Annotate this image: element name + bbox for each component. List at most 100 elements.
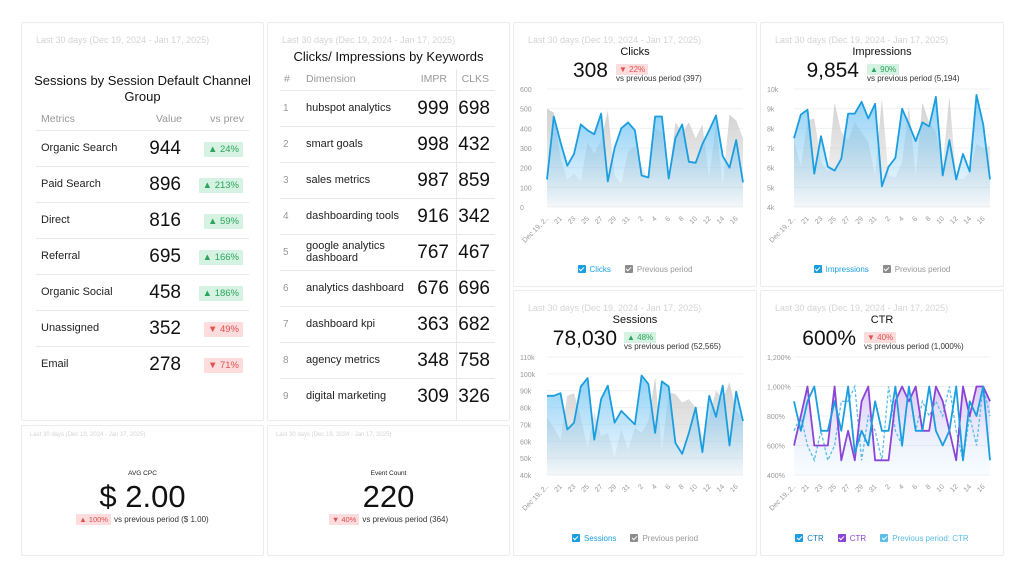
- sessions-chart-card: Last 30 days (Dec 19, 2024 - Jan 17, 202…: [513, 290, 757, 556]
- checkbox-icon[interactable]: [571, 534, 580, 542]
- checkbox-icon[interactable]: [630, 534, 639, 542]
- table-row[interactable]: Email 278 ▼ 71%: [36, 346, 249, 382]
- legend-item[interactable]: Previous period: [624, 265, 693, 274]
- x-tick-label: 2: [637, 215, 645, 223]
- x-tick-label: 23: [567, 483, 578, 494]
- x-tick-label: 23: [814, 215, 825, 226]
- chart-legend: Clicks Previous period: [514, 265, 756, 274]
- y-tick-label: 4k: [767, 205, 775, 212]
- y-tick-label: 50k: [520, 456, 532, 463]
- checkbox-icon[interactable]: [880, 534, 889, 542]
- x-tick-label: 29: [608, 483, 619, 494]
- checkbox-icon[interactable]: [837, 534, 846, 542]
- kpi-value: $ 2.00: [99, 479, 186, 514]
- card-title: Clicks/ Impressions by Keywords: [293, 49, 484, 64]
- table-row[interactable]: Paid Search 896 ▲ 213%: [36, 166, 249, 202]
- x-tick-label: 8: [678, 215, 686, 223]
- header-impr[interactable]: IMPR: [421, 73, 447, 85]
- y-tick-label: 10k: [767, 87, 779, 94]
- date-range-label: Last 30 days (Dec 19, 2024 - Jan 17, 202…: [276, 432, 392, 438]
- table-row[interactable]: 6 analytics dashboard 676 696: [280, 270, 495, 306]
- sessions-chart[interactable]: 40k50k60k70k80k90k100k110kDec 19, 2.. 21 2…: [514, 291, 757, 556]
- legend-label: Previous period: [894, 265, 951, 274]
- table-row[interactable]: Unassigned 352 ▼ 49%: [36, 310, 249, 346]
- x-tick-label: 12: [949, 215, 960, 226]
- change-badge: ▲ 213%: [198, 178, 243, 193]
- checkbox-icon[interactable]: [813, 265, 822, 273]
- channel-name: Referral: [41, 250, 81, 262]
- checkbox-icon[interactable]: [795, 534, 804, 542]
- change-badge: ▲ 59%: [203, 214, 243, 229]
- table-header: Metrics Value vs prev: [41, 113, 244, 131]
- table-row[interactable]: 3 sales metrics 987 859: [280, 162, 495, 198]
- legend-label: Sessions: [583, 534, 617, 543]
- x-tick-label: 23: [814, 483, 825, 494]
- y-tick-label: 40k: [520, 473, 532, 480]
- table-row[interactable]: 1 hubspot analytics 999 698: [280, 90, 495, 126]
- header-dimension[interactable]: Dimension: [306, 73, 356, 85]
- x-tick-label: 14: [963, 215, 974, 226]
- legend-item[interactable]: Sessions: [571, 534, 617, 543]
- row-index: 1: [283, 103, 289, 114]
- impressions-value: 363: [417, 314, 449, 335]
- impressions-chart[interactable]: 4k 5k 6k 7k 8k 9k 10k Dec 19, 2.. 21 23 25 27 29 31 2 4…: [761, 23, 1004, 287]
- table-row[interactable]: 2 smart goals 998 432: [280, 126, 495, 162]
- header-clks[interactable]: CLKS: [462, 73, 489, 85]
- x-tick-label: 12: [702, 215, 713, 226]
- header-index[interactable]: #: [284, 73, 290, 85]
- keyword-dimension: dashboarding tools: [306, 210, 399, 222]
- table-row[interactable]: 9 digital marketing 309 326: [280, 378, 495, 414]
- date-range-label: Last 30 days (Dec 19, 2024 - Jan 17, 202…: [30, 432, 146, 438]
- kpi-comparison: ▼ 40% vs previous period (364): [268, 514, 509, 525]
- table-row[interactable]: 7 dashboard kpi 363 682: [280, 306, 495, 342]
- table-row[interactable]: Direct 816 ▲ 59%: [36, 202, 249, 238]
- y-tick-label: 9k: [767, 107, 775, 114]
- table-row[interactable]: 5 google analytics dashboard 767 467: [280, 234, 495, 270]
- impressions-value: 999: [417, 98, 449, 119]
- legend-item[interactable]: CTR: [795, 534, 824, 543]
- legend-label: Previous period: [636, 265, 693, 274]
- table-row[interactable]: Organic Search 944 ▲ 24%: [36, 130, 249, 166]
- legend-item[interactable]: Clicks: [577, 265, 611, 274]
- x-tick-label: 25: [828, 215, 839, 226]
- checkbox-icon[interactable]: [577, 265, 586, 273]
- table-row[interactable]: 8 agency metrics 348 758: [280, 342, 495, 378]
- keyword-dimension: sales metrics: [306, 174, 371, 186]
- kpi-label: AVG CPC: [128, 470, 157, 477]
- legend-item[interactable]: Previous period: CTR: [880, 534, 969, 543]
- ctr-chart[interactable]: 400%600%800%1,000%1,200%Dec 19, 2.. 21 23 2…: [761, 291, 1004, 556]
- legend-label: Previous period: [642, 534, 699, 543]
- channel-name: Unassigned: [41, 322, 100, 334]
- row-index: 2: [283, 139, 289, 150]
- clicks-value: 859: [458, 170, 490, 191]
- previous-period-text: vs previous period ($ 1.00): [113, 515, 209, 524]
- legend-item[interactable]: CTR: [837, 534, 866, 543]
- x-tick-label: 23: [567, 215, 578, 226]
- impressions-value: 998: [417, 134, 449, 155]
- keyword-dimension: hubspot analytics: [306, 102, 391, 114]
- impressions-value: 309: [417, 386, 449, 407]
- y-tick-label: 1,200%: [767, 355, 791, 362]
- clicks-value: 432: [458, 134, 490, 155]
- row-index: 3: [283, 175, 289, 186]
- legend-item[interactable]: Previous period: [630, 534, 698, 543]
- x-tick-label: 6: [664, 215, 672, 223]
- table-row[interactable]: Referral 695 ▲ 166%: [36, 238, 249, 274]
- y-tick-label: 0: [520, 205, 524, 212]
- legend-item[interactable]: Impressions: [813, 265, 869, 274]
- table-row[interactable]: 4 dashboarding tools 916 342: [280, 198, 495, 234]
- card-title: Sessions by Session Default Channel Grou…: [34, 73, 251, 104]
- checkbox-icon[interactable]: [624, 265, 633, 273]
- x-tick-label: 4: [898, 215, 906, 223]
- keyword-dimension: analytics dashboard: [306, 282, 404, 294]
- y-tick-label: 80k: [520, 406, 532, 413]
- checkbox-icon[interactable]: [882, 265, 891, 273]
- table-row[interactable]: Organic Social 458 ▲ 186%: [36, 274, 249, 310]
- legend-label: Impressions: [825, 265, 869, 274]
- legend-item[interactable]: Previous period: [882, 265, 951, 274]
- x-tick-label: Dec 19, 2..: [769, 483, 798, 512]
- row-index: 4: [283, 211, 289, 222]
- kpi-comparison: ▲ 100% vs previous period ($ 1.00): [22, 514, 263, 525]
- y-tick-label: 6k: [767, 166, 775, 173]
- clicks-chart[interactable]: 0 100 200 300 400 500 600 Dec 19, 2.. 21 23 25 27 29…: [514, 23, 757, 287]
